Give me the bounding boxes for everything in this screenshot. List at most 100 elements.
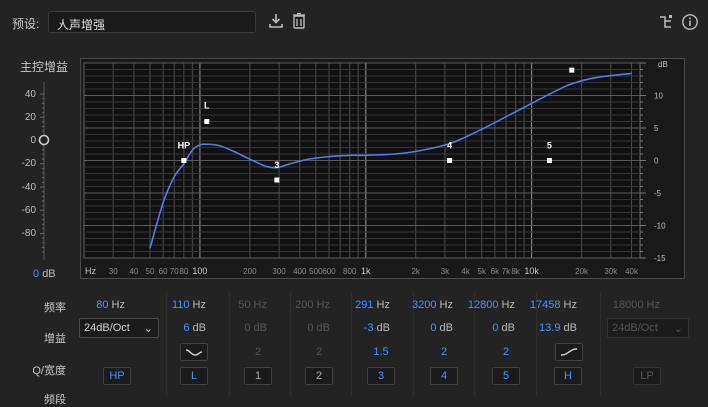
- band-7-freq[interactable]: 17458 Hz: [530, 299, 577, 311]
- band-6-freq[interactable]: 12800 Hz: [468, 299, 515, 311]
- band-0-freq[interactable]: 80 Hz: [96, 299, 125, 311]
- band-2-gain-value: 0: [244, 322, 251, 334]
- eq-node-handle[interactable]: [447, 158, 453, 163]
- band-3-toggle-button[interactable]: 2: [305, 367, 333, 385]
- eq-node-handle[interactable]: [204, 119, 210, 124]
- band-1-gain-unit: dB: [192, 322, 206, 334]
- band-4-freq-value: 291: [355, 299, 374, 311]
- band-7-freq-unit: Hz: [563, 299, 577, 311]
- eq-node-label: 4: [447, 141, 452, 151]
- master-gain-tick-label: 40: [24, 89, 36, 100]
- band-5-toggle-button[interactable]: 4: [430, 367, 458, 385]
- band-5-freq-unit: Hz: [439, 299, 453, 311]
- hp-slope-value: 24dB/Oct: [84, 322, 130, 334]
- band-5-q[interactable]: 2: [441, 346, 447, 358]
- band-1-toggle-button[interactable]: L: [180, 367, 208, 385]
- band-3-q[interactable]: 2: [316, 346, 322, 358]
- band-7-toggle-button[interactable]: H: [554, 367, 582, 385]
- db-axis-header: dB: [658, 60, 668, 69]
- routing-icon[interactable]: [658, 14, 674, 33]
- band-1-freq-value: 110: [171, 299, 190, 311]
- chevron-down-icon: ⌄: [57, 16, 67, 28]
- master-gain-slider[interactable]: [34, 82, 54, 262]
- band-3-freq[interactable]: 200 Hz: [295, 299, 330, 311]
- db-axis-label: 10: [654, 92, 663, 101]
- band-3-gain-value: 0: [307, 322, 314, 334]
- master-gain-readout[interactable]: 0 dB: [33, 268, 56, 280]
- master-gain-tick-label: -80: [21, 228, 36, 239]
- preset-dropdown[interactable]: 人声增强 ⌄: [48, 11, 256, 33]
- master-gain-value: 0: [33, 268, 40, 280]
- band-4-q-value: 1.5: [373, 346, 389, 358]
- band-4-freq-unit: Hz: [376, 299, 390, 311]
- band-6-q[interactable]: 2: [503, 346, 509, 358]
- band-4-gain[interactable]: -3 dB: [364, 322, 390, 334]
- band-1-freq[interactable]: 110 Hz: [172, 299, 206, 311]
- download-icon[interactable]: [268, 12, 284, 33]
- band-7-gain[interactable]: 13.9 dB: [539, 322, 577, 334]
- freq-axis-label: 500: [309, 267, 323, 276]
- band-3-freq-value: 200: [295, 299, 314, 311]
- band-2-freq-value: 50: [238, 299, 251, 311]
- band-5-gain[interactable]: 0 dB: [430, 322, 453, 334]
- band-2-q[interactable]: 2: [255, 346, 261, 358]
- row-label-freq: 频率: [44, 302, 66, 314]
- band-0-freq-unit: Hz: [111, 299, 125, 311]
- eq-graph-canvas[interactable]: Hz 30 40 50 60 70 80 100 200 300 400 500 600 800 1k 2k 3…: [80, 58, 685, 279]
- band-2-toggle-button[interactable]: 1: [244, 367, 272, 385]
- freq-axis-label: 80: [179, 267, 188, 276]
- band-3-gain-unit: dB: [316, 322, 330, 334]
- db-axis-label: -15: [654, 254, 666, 263]
- db-axis-label: -10: [654, 222, 666, 231]
- master-gain-unit: dB: [42, 268, 56, 280]
- freq-axis-label: 40: [129, 267, 138, 276]
- band-5-gain-value: 0: [430, 322, 437, 334]
- eq-node-label: L: [204, 101, 210, 111]
- band-8-freq-unit: Hz: [646, 299, 660, 311]
- band-5-gain-unit: dB: [439, 322, 453, 334]
- band-2-gain-unit: dB: [253, 322, 267, 334]
- eq-node-handle[interactable]: [569, 67, 575, 73]
- lp-slope-dropdown: 24dB/Oct ⌄: [607, 318, 689, 338]
- band-8-toggle-button: LP: [633, 367, 661, 385]
- info-icon[interactable]: [681, 13, 699, 34]
- freq-axis-label: 5k: [478, 267, 487, 276]
- freq-axis-label: Hz: [85, 266, 96, 276]
- band-2-freq[interactable]: 50 Hz: [238, 299, 267, 311]
- eq-node-handle[interactable]: [546, 158, 552, 163]
- band-4-toggle-button[interactable]: 3: [367, 367, 395, 385]
- band-2-gain[interactable]: 0 dB: [244, 322, 267, 334]
- band-4-gain-value: -3: [363, 322, 374, 334]
- band-0-toggle-button[interactable]: HP: [103, 367, 131, 385]
- band-4-freq[interactable]: 291 Hz: [355, 299, 390, 311]
- master-gain-tick-label: 0: [30, 135, 36, 146]
- master-gain-tick-label: -20: [21, 158, 36, 169]
- master-gain-tick-label: -40: [21, 182, 36, 193]
- freq-axis-label: 6k: [491, 267, 500, 276]
- eq-node-label: HP: [178, 141, 191, 151]
- row-label-band: 频段: [44, 394, 66, 406]
- low-shelf-shape-button[interactable]: [180, 343, 208, 361]
- eq-node-handle[interactable]: [274, 177, 280, 183]
- master-gain-tick-label: -60: [21, 205, 36, 216]
- eq-node-handle[interactable]: [181, 158, 187, 163]
- db-axis-label: 5: [654, 124, 659, 133]
- master-gain-knob[interactable]: [38, 134, 50, 146]
- band-8-freq[interactable]: 18000 Hz: [613, 299, 660, 311]
- freq-axis-label: 30k: [604, 267, 618, 276]
- band-6-freq-unit: Hz: [501, 299, 515, 311]
- band-6-gain[interactable]: 0 dB: [492, 322, 515, 334]
- band-6-toggle-button[interactable]: 5: [492, 367, 520, 385]
- freq-axis-label: 800: [343, 267, 357, 276]
- hp-slope-dropdown[interactable]: 24dB/Oct ⌄: [79, 318, 159, 338]
- db-axis-label: 0: [654, 157, 659, 166]
- trash-icon[interactable]: [292, 12, 306, 33]
- band-3-q-value: 2: [315, 346, 323, 358]
- band-3-gain[interactable]: 0 dB: [307, 322, 330, 334]
- band-4-q[interactable]: 1.5: [373, 346, 388, 358]
- high-shelf-shape-button[interactable]: [555, 343, 583, 361]
- band-1-gain[interactable]: 6 dB: [183, 322, 206, 334]
- band-5-freq[interactable]: 3200 Hz: [412, 299, 453, 311]
- top-bar: 预设: 人声增强 ⌄: [0, 0, 708, 44]
- band-7-gain-value: 13.9: [539, 322, 561, 334]
